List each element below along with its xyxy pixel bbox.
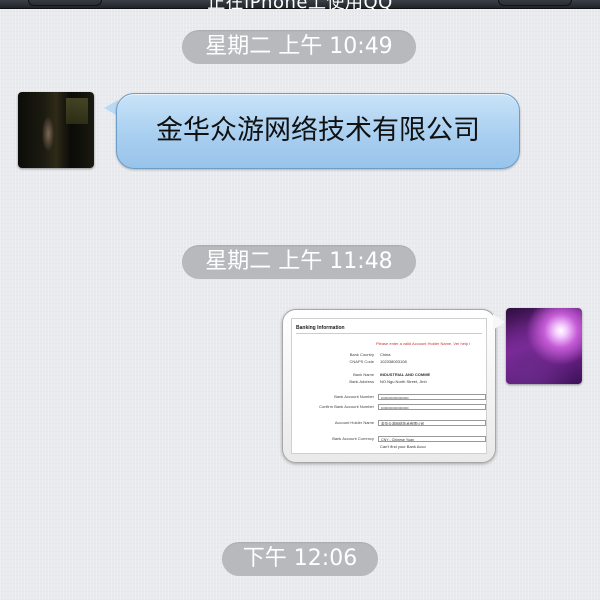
bubble-tail [493,314,505,330]
row-field: •••••••••••••••••••••• [378,394,486,400]
divider [296,333,482,334]
row-label: CNAPS Code [349,359,374,364]
screenshot-row: Account Holder Name 金华众游网络技术有限公司 [292,419,486,427]
incoming-message-bubble[interactable]: 金华众游网络技术有限公司 [116,93,520,169]
row-value: NO.Ngu North Street, Jinh [380,379,427,384]
screenshot-row: CNAPS Code 102338003108 [292,358,486,366]
screenshot-row: Can't find your Bank Acco [292,443,486,451]
row-field: 金华众游网络技术有限公司 [378,420,486,426]
row-value: 102338003108 [380,359,407,364]
row-label: Bank Account Currency [332,436,374,441]
outgoing-image-bubble[interactable]: Banking Information Please enter a valid… [282,309,496,463]
avatar-photo [66,98,88,124]
timestamp: 星期二 上午 11:48 [182,245,416,279]
row-field: •••••••••••••••••••••• [378,404,486,410]
screenshot-heading: Banking Information [296,325,345,331]
profile-button[interactable] [498,0,572,6]
row-label: Confirm Bank Account Number [319,404,374,409]
row-label: Account Holder Name [334,420,374,425]
row-value: Can't find your Bank Acco [380,444,426,449]
navigation-bar: 正在iPhone上使用QQ [0,0,600,13]
contact-avatar[interactable] [18,92,94,168]
timestamp: 星期二 上午 10:49 [182,30,416,64]
row-field: CNY - Chinese Yuan [378,436,486,442]
screenshot-row: Bank Address NO.Ngu North Street, Jinh [292,378,486,386]
banking-screenshot-image[interactable]: Banking Information Please enter a valid… [291,318,487,454]
row-label: Bank Address [349,379,374,384]
timestamp: 下午 12:06 [222,542,378,576]
screenshot-warning: Please enter a valid Account Holder Name… [376,341,471,346]
screenshot-row: Confirm Bank Account Number ••••••••••••… [292,403,486,411]
row-label: Bank Account Number [334,394,374,399]
user-avatar[interactable] [506,308,582,384]
screenshot-row: Bank Account Currency CNY - Chinese Yuan [292,435,486,443]
screenshot-row: Bank Account Number ••••••••••••••••••••… [292,393,486,401]
